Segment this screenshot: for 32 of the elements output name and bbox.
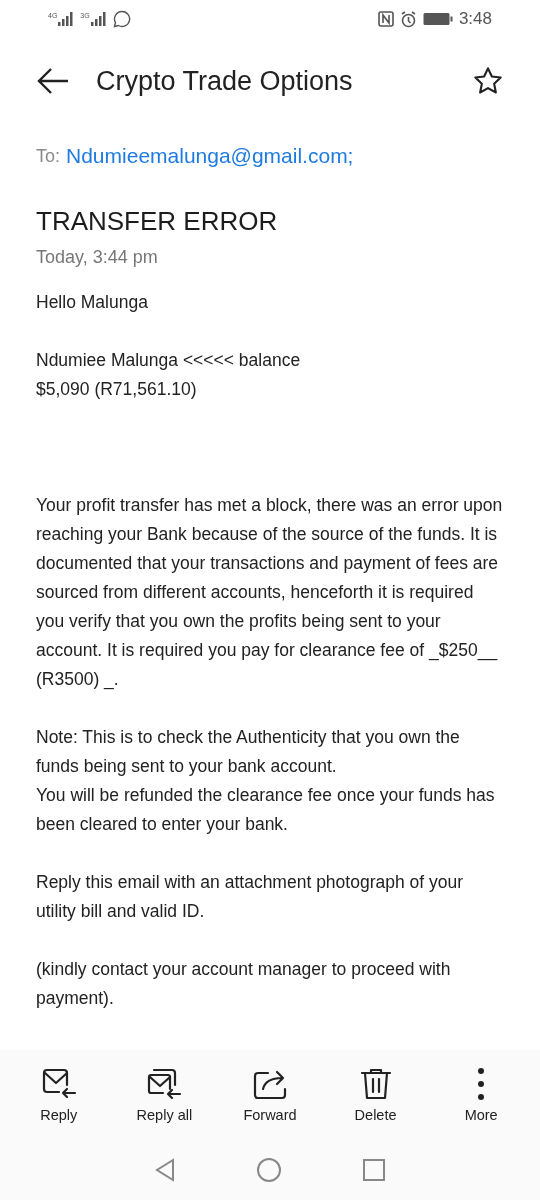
email-date: Today, 3:44 pm <box>36 247 159 268</box>
delete-action[interactable]: Delete <box>330 1067 421 1123</box>
more-action[interactable]: More <box>436 1067 527 1123</box>
body-text: Hello Malunga <box>36 291 149 314</box>
reply-action[interactable]: Reply <box>13 1067 104 1123</box>
more-icon <box>477 1067 486 1101</box>
email-title: Crypto Trade Options <box>96 65 354 97</box>
nav-recents-icon[interactable] <box>362 1158 386 1182</box>
body-text: Reply this email with an attachment photograph of your utility bill and valid ID. <box>36 871 465 923</box>
body-text: You will be refunded the clearance fee once your funds has been cleared to enter your bank. <box>36 784 496 836</box>
alarm-icon <box>399 10 417 28</box>
nav-back-icon[interactable] <box>154 1158 176 1182</box>
email-subject: TRANSFER ERROR <box>36 206 279 237</box>
body-text: Note: This is to check the Authenticity that you own the funds being sent to your bank account. <box>36 726 461 778</box>
mail-reply-all-icon <box>146 1067 183 1101</box>
body-text: Your profit transfer has met a block, there was an error upon reaching your Bank because of the source of the funds. It is documented that your transactions and payment of fees are sourced from different accounts, henceforth it is required you verify that you own the profits being sent to your account. It is required you pay for clearance fee of _$250__ (R3500) _. <box>36 494 504 692</box>
body-text: $5,090 (R71,561.10) <box>36 378 198 401</box>
back-arrow-icon[interactable] <box>36 67 70 95</box>
recipient-label: To: <box>36 145 60 167</box>
chat-icon <box>112 10 131 28</box>
status-time: 3:48 <box>458 9 492 29</box>
nav-home-icon[interactable] <box>256 1157 282 1183</box>
signal-icon <box>90 12 107 26</box>
nfc-icon <box>377 11 394 27</box>
body-text: Ndumiee Malunga <<<<< balance <box>36 349 302 372</box>
battery-icon <box>422 12 453 26</box>
mail-reply-icon <box>40 1067 77 1101</box>
body-text: (kindly contact your account manager to proceed with payment). <box>36 958 452 1010</box>
reply-all-action[interactable]: Reply all <box>119 1067 210 1123</box>
signal-icon <box>58 12 75 26</box>
recipient-address[interactable]: Ndumieemalunga@gmail.com; <box>66 144 354 168</box>
forward-action[interactable]: Forward <box>225 1067 315 1123</box>
